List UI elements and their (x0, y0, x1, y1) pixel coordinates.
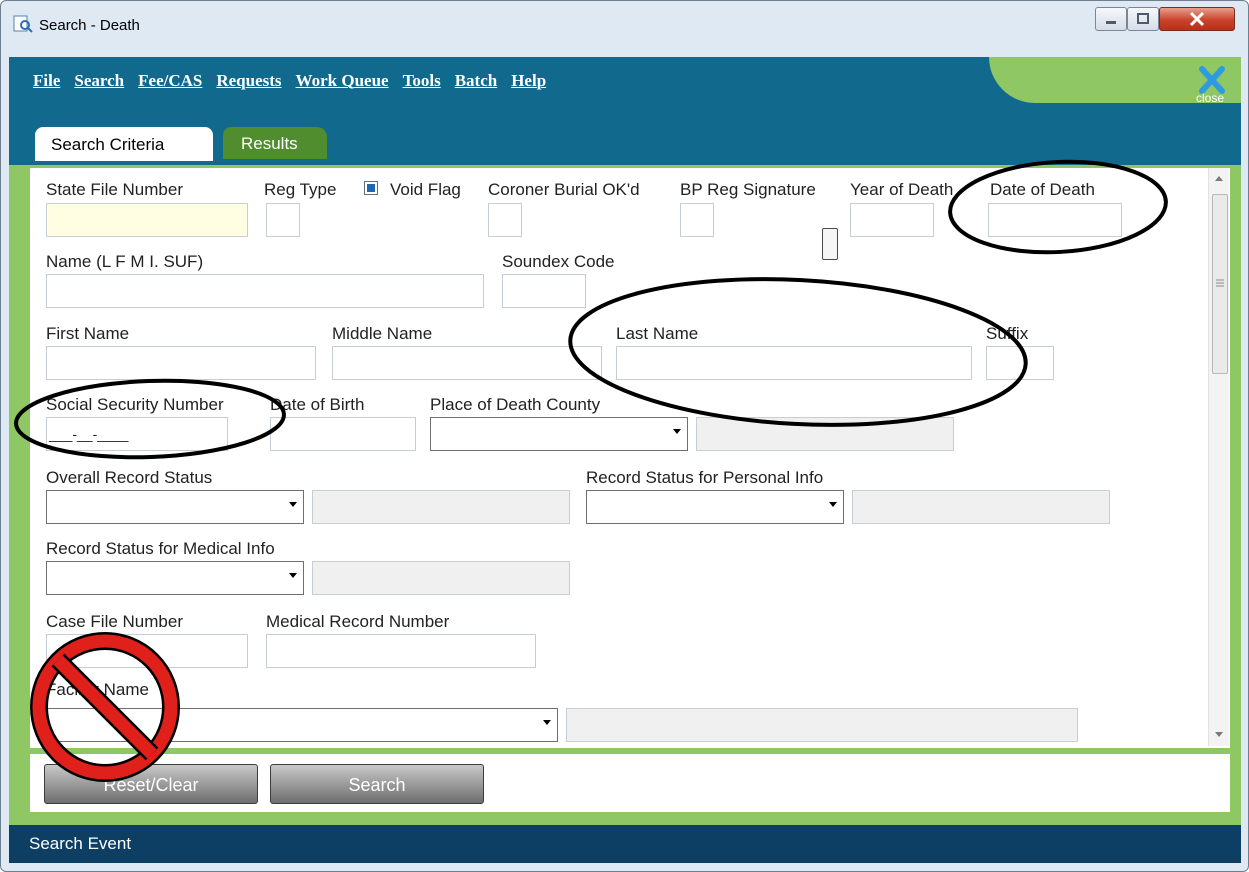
menu-tools[interactable]: Tools (403, 71, 441, 95)
void-flag-checkbox[interactable] (364, 181, 378, 195)
case-file-number-label: Case File Number (46, 612, 183, 631)
suffix-label: Suffix (986, 324, 1029, 343)
last-name-label: Last Name (616, 324, 699, 343)
tab-search-criteria-label: Search Criteria (51, 135, 165, 154)
chevron-down-icon (543, 720, 551, 725)
state-file-number-label: State File Number (46, 180, 183, 199)
app-frame: File Search Fee/CAS Requests Work Queue … (9, 57, 1241, 863)
place-of-death-county-select[interactable] (430, 417, 688, 451)
facility-name-select[interactable] (46, 708, 558, 742)
search-criteria-form: State File Number Reg Type Void Flag Cor… (29, 167, 1231, 749)
facility-name-description (566, 708, 1078, 742)
search-button[interactable]: Search (270, 764, 484, 804)
case-file-number-input[interactable] (46, 634, 248, 668)
full-name-label: Name (L F M I. SUF) (46, 252, 204, 271)
date-of-death-input[interactable] (988, 203, 1122, 237)
date-of-birth-input[interactable] (270, 417, 416, 451)
chevron-down-icon (673, 429, 681, 434)
coroner-burial-input[interactable] (488, 203, 522, 237)
overall-record-status-select[interactable] (46, 490, 304, 524)
menu-batch[interactable]: Batch (455, 71, 498, 95)
menu-search[interactable]: Search (74, 71, 124, 95)
tab-results[interactable]: Results (223, 127, 327, 159)
vertical-scrollbar[interactable] (1208, 168, 1229, 746)
grip-icon (1216, 279, 1224, 287)
maximize-icon (1137, 13, 1149, 24)
chevron-down-icon (289, 502, 297, 507)
year-of-death-label: Year of Death (850, 180, 954, 199)
application-window: Search - Death File Search Fee/CAS Reque… (0, 0, 1249, 872)
signature-toggle[interactable] (822, 228, 838, 260)
suffix-input[interactable] (986, 346, 1054, 380)
date-of-death-label: Date of Death (988, 180, 1095, 200)
menu-fee-cas[interactable]: Fee/CAS (138, 71, 202, 95)
app-magnifier-icon (13, 15, 33, 33)
menu-file[interactable]: File (33, 71, 60, 95)
minimize-button[interactable] (1095, 7, 1127, 31)
medical-record-number-input[interactable] (266, 634, 536, 668)
record-status-personal-label: Record Status for Personal Info (586, 468, 824, 487)
first-name-label: First Name (46, 324, 130, 343)
window-close-icon (1189, 11, 1205, 27)
scroll-thumb[interactable] (1212, 194, 1228, 374)
state-file-number-input[interactable] (46, 203, 248, 237)
record-status-medical-description (312, 561, 570, 595)
reg-type-label: Reg Type (264, 180, 337, 199)
chevron-down-icon (829, 502, 837, 507)
window-close-button[interactable] (1159, 7, 1235, 31)
middle-name-label: Middle Name (332, 324, 433, 343)
menu-work-queue[interactable]: Work Queue (296, 71, 389, 95)
tab-results-label: Results (241, 134, 298, 153)
action-bar: Reset/Clear Search (29, 753, 1231, 813)
void-flag-label: Void Flag (390, 180, 461, 199)
last-name-input[interactable] (616, 346, 972, 380)
middle-name-input[interactable] (332, 346, 602, 380)
record-status-personal-select[interactable] (586, 490, 844, 524)
date-of-birth-label: Date of Birth (270, 395, 365, 414)
status-text: Search Event (29, 834, 132, 853)
bp-reg-signature-label: BP Reg Signature (680, 180, 816, 199)
soundex-code-label: Soundex Code (502, 252, 615, 271)
first-name-input[interactable] (46, 346, 316, 380)
scroll-up-icon[interactable] (1215, 176, 1223, 182)
bp-reg-signature-input[interactable] (680, 203, 714, 237)
scroll-down-icon[interactable] (1215, 732, 1223, 738)
soundex-code-input[interactable] (502, 274, 586, 308)
window-title: Search - Death (39, 17, 140, 34)
record-status-medical-select[interactable] (46, 561, 304, 595)
ssn-input[interactable]: ___-__-____ (46, 417, 228, 451)
year-of-death-input[interactable] (850, 203, 934, 237)
minimize-icon (1106, 21, 1116, 24)
maximize-button[interactable] (1127, 7, 1159, 31)
title-bar: Search - Death (1, 1, 1248, 57)
tab-search-criteria[interactable]: Search Criteria (35, 127, 213, 161)
status-bar: Search Event (9, 825, 1241, 863)
menu-requests[interactable]: Requests (216, 71, 281, 95)
record-status-personal-description (852, 490, 1110, 524)
chevron-down-icon (289, 573, 297, 578)
overall-record-status-label: Overall Record Status (46, 468, 213, 487)
coroner-burial-label: Coroner Burial OK'd (488, 180, 640, 199)
overall-record-status-description (312, 490, 570, 524)
checkbox-fill (367, 184, 375, 192)
record-status-medical-label: Record Status for Medical Info (46, 539, 275, 558)
menu-bar: File Search Fee/CAS Requests Work Queue … (33, 71, 546, 95)
close-label[interactable]: close (1185, 91, 1235, 105)
full-name-input[interactable] (46, 274, 484, 308)
reg-type-input[interactable] (266, 203, 300, 237)
place-of-death-county-description (696, 417, 954, 451)
menu-help[interactable]: Help (511, 71, 546, 95)
medical-record-number-label: Medical Record Number (266, 612, 450, 631)
facility-name-label: Facility Name (46, 680, 149, 699)
ssn-label: Social Security Number (46, 395, 224, 414)
place-of-death-county-label: Place of Death County (430, 395, 601, 414)
reset-clear-button[interactable]: Reset/Clear (44, 764, 258, 804)
